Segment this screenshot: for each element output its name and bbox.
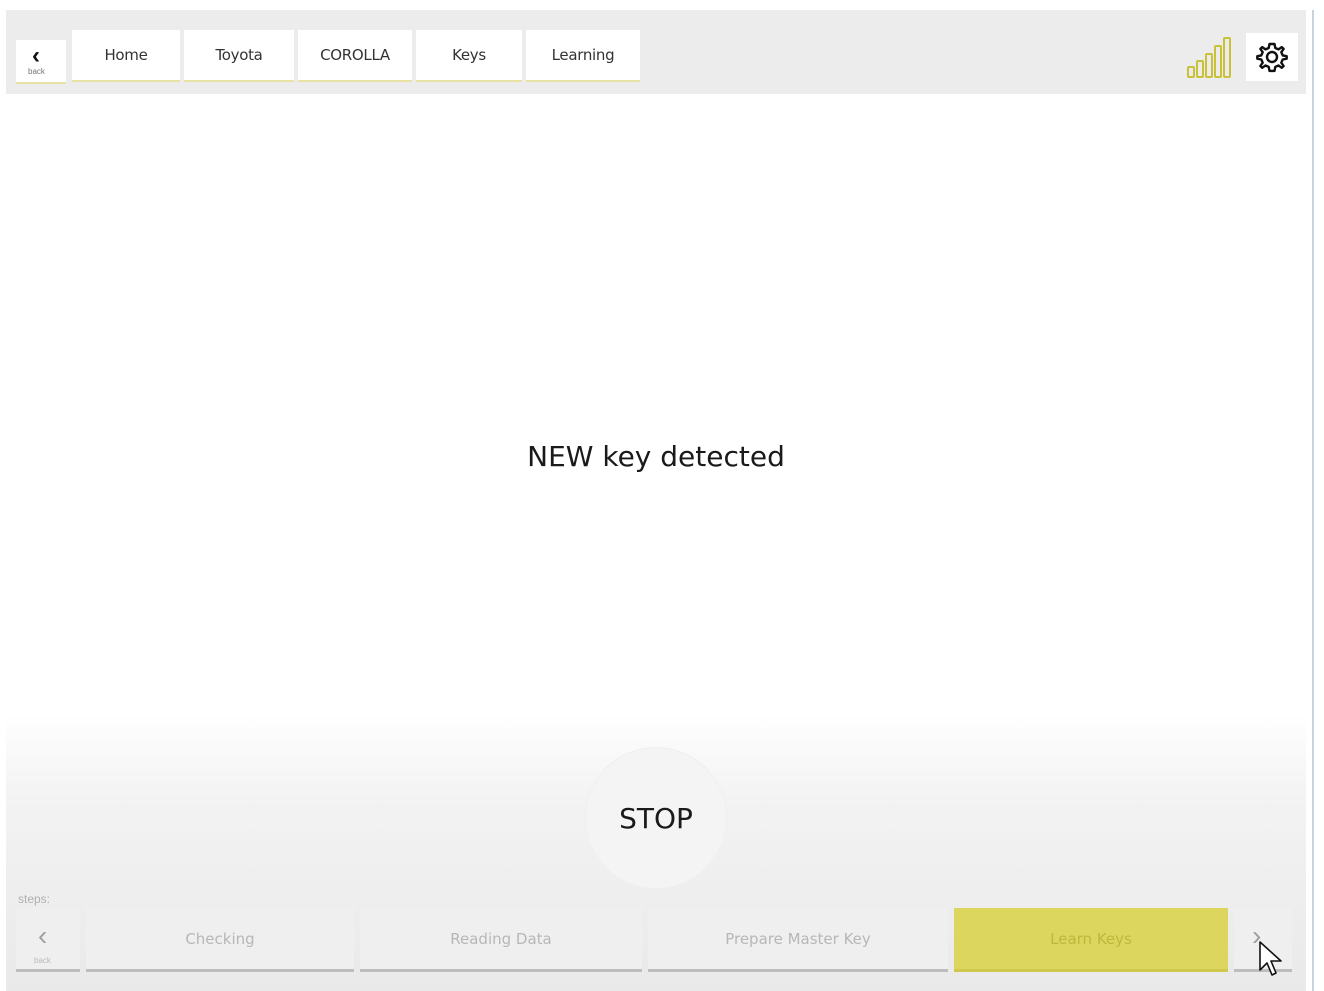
signal-strength-icon <box>1187 37 1231 78</box>
breadcrumb-corolla[interactable]: COROLLA <box>298 30 412 82</box>
step-prepare-master-key[interactable]: Prepare Master Key <box>648 908 948 972</box>
breadcrumb-home[interactable]: Home <box>72 30 180 82</box>
mouse-cursor-icon <box>1259 941 1282 976</box>
settings-button[interactable] <box>1246 33 1298 81</box>
main-content: NEW key detected <box>6 94 1306 714</box>
back-label: back <box>28 67 45 76</box>
app-window: ‹ back Home Toyota COROLLA Keys Learning… <box>6 10 1314 991</box>
step-checking[interactable]: Checking <box>86 908 354 972</box>
status-message: NEW key detected <box>527 440 785 473</box>
steps-label: steps: <box>18 892 51 906</box>
back-button[interactable]: ‹ back <box>16 40 66 84</box>
chevron-left-icon: ‹ <box>38 920 48 951</box>
breadcrumb-toyota[interactable]: Toyota <box>184 30 294 82</box>
chevron-left-icon: ‹ <box>32 42 40 69</box>
steps-back-label: back <box>34 956 51 965</box>
steps-back-button[interactable]: ‹ back <box>16 908 80 972</box>
step-reading-data[interactable]: Reading Data <box>360 908 642 972</box>
top-bar: ‹ back Home Toyota COROLLA Keys Learning <box>6 10 1306 94</box>
breadcrumb-learning[interactable]: Learning <box>526 30 640 82</box>
step-learn-keys[interactable]: Learn Keys <box>954 908 1228 972</box>
breadcrumb-keys[interactable]: Keys <box>416 30 522 82</box>
stop-button[interactable]: STOP <box>585 747 727 889</box>
gear-icon <box>1256 42 1288 73</box>
